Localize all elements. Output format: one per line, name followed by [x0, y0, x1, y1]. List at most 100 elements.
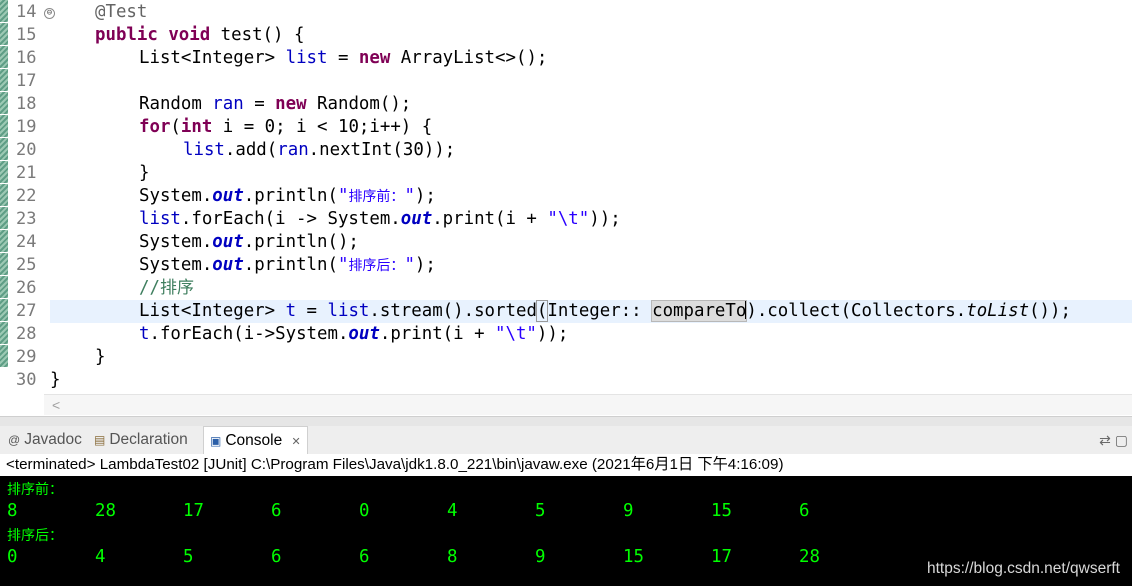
close-icon[interactable]: ✕ — [292, 436, 301, 448]
change-marker — [0, 299, 8, 321]
comment: 排序 — [159, 278, 194, 298]
console-value: 4 — [95, 547, 106, 567]
console-value: 0 — [7, 547, 18, 567]
variable: ran — [212, 94, 244, 114]
console-value: 0 — [359, 501, 370, 521]
line-number: 16 — [16, 48, 37, 68]
horizontal-scrollbar[interactable]: < — [44, 394, 1132, 415]
watermark: https://blog.csdn.net/qwserft — [927, 560, 1120, 577]
bottom-panel-tabs: @ Javadoc ▤ Declaration ▣ Console ✕ ⇄ ▢ — [0, 426, 1132, 455]
keyword: for — [139, 117, 171, 137]
static-field: out — [212, 186, 244, 206]
code-text: Random(); — [306, 94, 412, 114]
line-number: 21 — [16, 163, 37, 183]
code-text: )); — [536, 324, 569, 344]
code-line-25: System.out.println("排序后："); — [139, 254, 436, 277]
code-text: .println(); — [243, 232, 359, 252]
code-text: = — [243, 94, 276, 114]
code-text: .forEach(i -> System. — [180, 209, 401, 229]
console-value: 8 — [447, 547, 458, 567]
keyword: int — [180, 117, 213, 137]
change-marker — [0, 0, 8, 22]
javadoc-icon: @ — [8, 433, 21, 447]
code-text: .stream().sorted — [369, 301, 537, 321]
tab-declaration[interactable]: ▤ Declaration — [94, 426, 188, 454]
string-literal: " — [404, 255, 415, 275]
code-text: ); — [414, 255, 436, 275]
console-value: 5 — [183, 547, 194, 567]
code-text: ) — [746, 301, 757, 321]
code-text: .print(i + — [432, 209, 548, 229]
code-text: Random — [139, 94, 213, 114]
code-text: .println( — [243, 186, 338, 206]
code-line-16: List<Integer> list = new ArrayList<>(); — [139, 47, 547, 70]
static-field: out — [400, 209, 433, 229]
code-line-26: //排序 — [139, 277, 194, 300]
tab-javadoc[interactable]: @ Javadoc — [8, 426, 82, 454]
static-field: out — [212, 232, 244, 252]
line-number: 30 — [16, 370, 37, 390]
console-value: 15 — [623, 547, 644, 567]
line-number: 22 — [16, 186, 37, 206]
static-field: out — [348, 324, 380, 344]
line-number: 19 — [16, 117, 37, 137]
console-value: 15 — [711, 501, 732, 521]
declaration-icon: ▤ — [94, 433, 106, 447]
console-value: 6 — [271, 547, 282, 567]
selected-text[interactable]: compareTo — [651, 300, 748, 322]
code-text: .forEach(i->System. — [149, 324, 349, 344]
view-toolbar-icons[interactable]: ⇄ ▢ — [1099, 426, 1128, 454]
change-marker — [0, 69, 8, 91]
line-number: 20 — [16, 140, 37, 160]
code-text: .print(i + — [379, 324, 496, 344]
console-value: 6 — [271, 501, 282, 521]
change-marker — [0, 345, 8, 367]
static-method: toList — [966, 301, 1030, 321]
change-marker — [0, 92, 8, 114]
change-marker — [0, 115, 8, 137]
scroll-left-icon[interactable]: < — [52, 395, 60, 415]
code-text: i = 0; i < 10;i++) { — [212, 117, 433, 137]
change-marker — [0, 322, 8, 344]
variable: list — [139, 209, 181, 229]
line-number-gutter[interactable]: 14 ⊖ 15 16 17 18 19 20 21 22 23 24 25 26… — [8, 0, 55, 392]
line-number: 25 — [16, 255, 37, 275]
console-value: 6 — [359, 547, 370, 567]
code-text: ); — [414, 186, 436, 206]
code-text: .add( — [224, 140, 278, 160]
tab-console[interactable]: ▣ Console ✕ — [203, 426, 308, 455]
output-label: 排序前： — [7, 482, 63, 498]
console-line: 排序后： — [7, 524, 63, 547]
output-label: 排序后： — [7, 528, 63, 544]
tab-label: Javadoc — [24, 431, 82, 448]
keyword: public — [95, 25, 158, 45]
code-line-21: } — [139, 162, 149, 185]
string-literal: "\t" — [495, 324, 537, 344]
console-value: 9 — [623, 501, 634, 521]
change-marker — [0, 138, 8, 160]
console-value: 4 — [447, 501, 458, 521]
line-number: 23 — [16, 209, 37, 229]
console-value: 17 — [183, 501, 204, 521]
code-text: ()); — [1029, 301, 1071, 321]
string-literal: " — [337, 186, 349, 206]
code-text: .println( — [243, 255, 338, 275]
code-text: .nextInt(30)); — [308, 140, 456, 160]
code-line-28: t.forEach(i->System.out.print(i + "\t"))… — [139, 323, 568, 346]
code-text: } — [50, 370, 61, 390]
change-marker — [0, 276, 8, 298]
string-literal: " — [404, 186, 415, 206]
annotation: @Test — [95, 2, 148, 22]
change-marker — [0, 161, 8, 183]
change-marker — [0, 184, 8, 206]
code-text: List<Integer> — [139, 48, 286, 68]
variable: list — [183, 140, 225, 160]
line-number: 15 — [16, 25, 37, 45]
code-text: Integer:: — [547, 301, 653, 321]
code-editor[interactable]: 14 ⊖ 15 16 17 18 19 20 21 22 23 24 25 26… — [0, 0, 1132, 416]
code-line-27: List<Integer> t = list.stream().sorted(I… — [139, 300, 1071, 323]
tab-label: Console — [225, 432, 283, 449]
console-output[interactable]: 排序前： 8 28 17 6 0 4 5 9 15 6 排序后： 0 4 5 6 6 8 9 15 17 28 ht… — [0, 476, 1132, 586]
code-text-area[interactable]: @Test public void test() { List<Integer>… — [50, 0, 1132, 392]
string-literal: 排序后： — [348, 258, 405, 274]
